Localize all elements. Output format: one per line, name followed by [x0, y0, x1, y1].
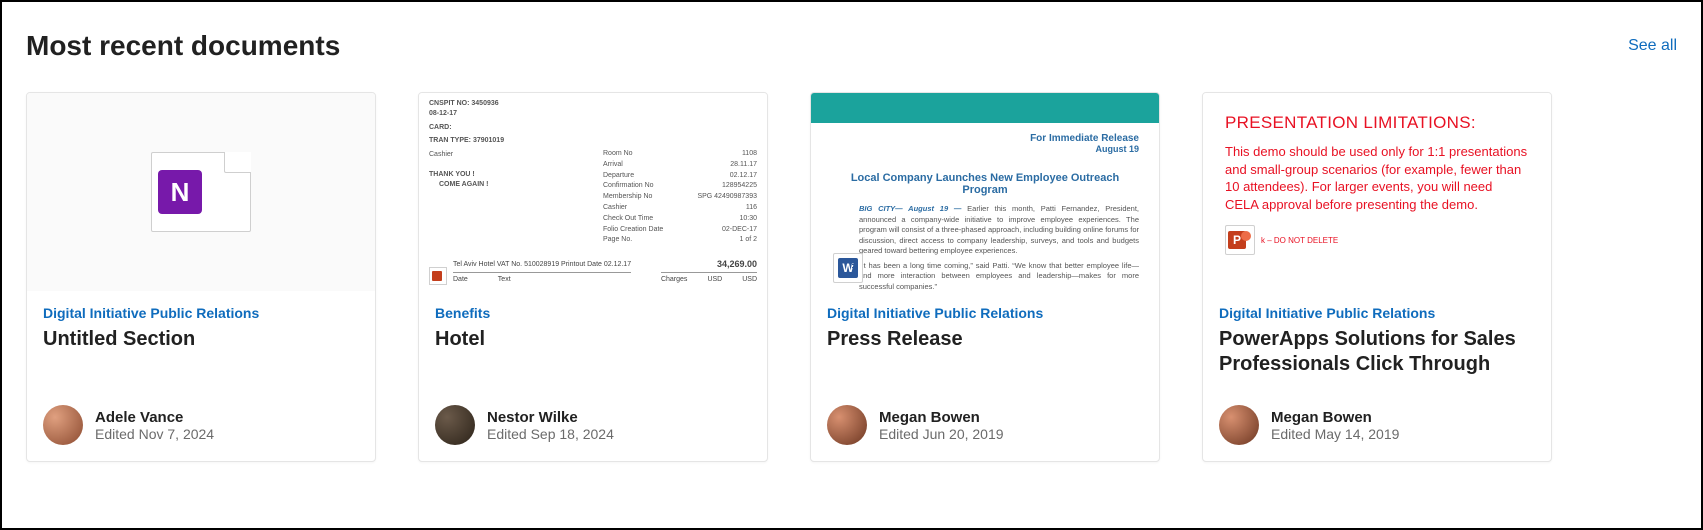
card-meta: Benefits Hotel Nestor Wilke Edited Sep 1…	[419, 291, 767, 461]
card-title: Untitled Section	[43, 327, 359, 377]
document-card[interactable]: For Immediate Release August 19 Local Co…	[810, 92, 1160, 462]
document-thumbnail: CNSPIT NO: 3450936 08-12-17 CARD: TRAN T…	[419, 93, 767, 291]
thumb-text: CARD:	[429, 123, 583, 133]
author-name: Nestor Wilke	[487, 409, 614, 426]
thumb-text: THANK YOU !	[429, 170, 583, 180]
thumb-text: Room No	[603, 149, 633, 159]
avatar	[43, 405, 83, 445]
author-name: Adele Vance	[95, 409, 214, 426]
thumb-text: Date	[453, 275, 468, 285]
thumb-text: “It has been a long time coming,” said P…	[831, 261, 1139, 292]
thumb-text: Text	[498, 275, 511, 285]
thumb-text: Check Out Time	[603, 214, 653, 224]
thumb-text: This demo should be used only for 1:1 pr…	[1225, 143, 1529, 213]
see-all-link[interactable]: See all	[1628, 37, 1677, 55]
thumb-text: 1 of 2	[739, 235, 757, 245]
card-author: Megan Bowen Edited Jun 20, 2019	[827, 405, 1143, 445]
card-title: PowerApps Solutions for Sales Profession…	[1219, 327, 1535, 377]
document-card[interactable]: CNSPIT NO: 3450936 08-12-17 CARD: TRAN T…	[418, 92, 768, 462]
edited-date: Edited Jun 20, 2019	[879, 426, 1004, 442]
thumb-text: 28.11.17	[730, 160, 757, 170]
thumb-text: Page No.	[603, 235, 632, 245]
document-card[interactable]: PRESENTATION LIMITATIONS: This demo shou…	[1202, 92, 1552, 462]
avatar	[1219, 405, 1259, 445]
thumb-text: 08-12-17	[429, 109, 583, 119]
document-thumbnail: PRESENTATION LIMITATIONS: This demo shou…	[1203, 93, 1551, 291]
thumb-text: 128954225	[722, 181, 757, 191]
card-title: Press Release	[827, 327, 1143, 377]
onenote-file-icon: N	[151, 152, 251, 232]
card-category[interactable]: Digital Initiative Public Relations	[827, 305, 1143, 321]
thumb-text: Departure	[603, 171, 634, 181]
thumb-text: Charges	[661, 275, 687, 285]
section-header: Most recent documents See all	[26, 30, 1677, 62]
card-title: Hotel	[435, 327, 751, 377]
card-author: Megan Bowen Edited May 14, 2019	[1219, 405, 1535, 445]
thumb-text: Local Company Launches New Employee Outr…	[831, 172, 1139, 196]
thumb-text: SPG 42490987393	[697, 192, 757, 202]
thumb-text: 02.12.17	[730, 171, 757, 181]
thumb-text: 02-DEC-17	[722, 225, 757, 235]
edited-date: Edited Nov 7, 2024	[95, 426, 214, 442]
document-thumbnail: N	[27, 93, 375, 291]
avatar	[435, 405, 475, 445]
author-name: Megan Bowen	[1271, 409, 1399, 426]
powerpoint-icon: P	[1225, 225, 1255, 255]
card-author: Adele Vance Edited Nov 7, 2024	[43, 405, 359, 445]
avatar	[827, 405, 867, 445]
author-name: Megan Bowen	[879, 409, 1004, 426]
thumb-text: TRAN TYPE: 37901019	[429, 136, 583, 146]
card-author: Nestor Wilke Edited Sep 18, 2024	[435, 405, 751, 445]
thumb-text: 10:30	[739, 214, 757, 224]
thumb-text: Tel Aviv Hotel VAT No. 510028919 Printou…	[453, 260, 631, 270]
thumb-text: CNSPIT NO: 3450936	[429, 99, 583, 109]
thumb-text: BIG CITY— August 19 —	[859, 204, 961, 213]
card-meta: Digital Initiative Public Relations Powe…	[1203, 291, 1551, 461]
thumb-text: COME AGAIN !	[429, 180, 583, 190]
thumb-text: Cashier	[429, 150, 583, 160]
document-thumbnail: For Immediate Release August 19 Local Co…	[811, 93, 1159, 291]
card-category[interactable]: Benefits	[435, 305, 751, 321]
edited-date: Edited May 14, 2019	[1271, 426, 1399, 442]
thumb-text: 1108	[742, 149, 757, 159]
thumb-text: 34,269.00	[661, 258, 757, 271]
card-meta: Digital Initiative Public Relations Unti…	[27, 291, 375, 461]
onenote-icon: N	[158, 170, 202, 214]
document-card[interactable]: N Digital Initiative Public Relations Un…	[26, 92, 376, 462]
thumb-text: Membership No	[603, 192, 652, 202]
card-meta: Digital Initiative Public Relations Pres…	[811, 291, 1159, 461]
thumb-text: Cashier	[603, 203, 627, 213]
thumb-text: Arrival	[603, 160, 623, 170]
thumb-text: USD	[707, 275, 722, 285]
thumb-text: For Immediate Release	[831, 133, 1139, 144]
card-category[interactable]: Digital Initiative Public Relations	[1219, 305, 1535, 321]
thumb-text: Confirmation No	[603, 181, 654, 191]
thumb-heading: PRESENTATION LIMITATIONS:	[1225, 113, 1529, 133]
thumb-text: USD	[742, 275, 757, 285]
section-title: Most recent documents	[26, 30, 340, 62]
thumb-text: 116	[746, 203, 757, 213]
thumb-text: August 19	[831, 144, 1139, 154]
card-category[interactable]: Digital Initiative Public Relations	[43, 305, 359, 321]
edited-date: Edited Sep 18, 2024	[487, 426, 614, 442]
thumb-text: k – DO NOT DELETE	[1261, 236, 1338, 245]
thumb-text: Folio Creation Date	[603, 225, 663, 235]
cards-row: N Digital Initiative Public Relations Un…	[26, 92, 1677, 462]
word-icon: W	[833, 253, 863, 283]
powerpoint-icon	[429, 267, 447, 285]
